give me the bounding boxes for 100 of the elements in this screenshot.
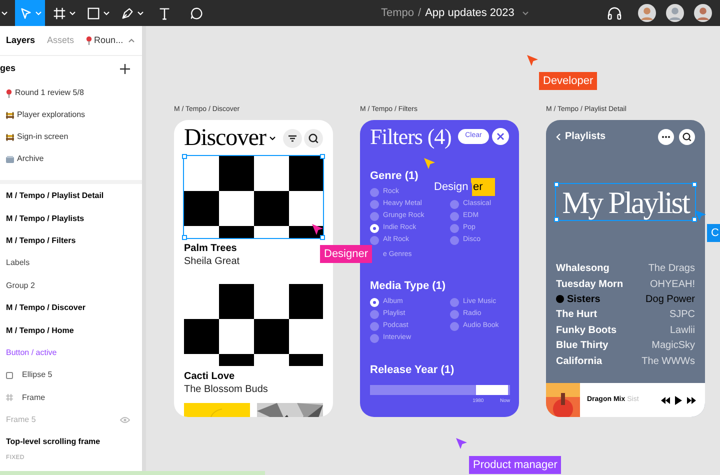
layer-item[interactable]: M / Tempo / Playlist Detail — [0, 185, 142, 208]
square-icon — [86, 6, 101, 20]
radio-button[interactable] — [370, 310, 379, 318]
page-item[interactable]: Sign-in screen — [0, 126, 142, 148]
artist-name[interactable]: The Blossom Buds — [184, 383, 323, 396]
artist-name: OHYEAH! — [650, 278, 695, 292]
artist-name[interactable]: Sheila Great — [184, 255, 323, 268]
track-row[interactable]: The Hurt SJPC — [556, 307, 695, 323]
album-title[interactable]: Cacti Love — [184, 370, 323, 383]
radio-button[interactable] — [370, 224, 379, 232]
track-title: Sisters — [567, 292, 600, 307]
play-icon[interactable] — [675, 396, 682, 404]
avatar[interactable] — [666, 4, 684, 22]
caret-icon — [69, 10, 76, 16]
add-icon[interactable] — [120, 64, 130, 74]
cursor-label: C — [707, 224, 720, 242]
radio-button[interactable] — [370, 298, 379, 306]
resize-handle[interactable] — [692, 182, 697, 187]
layer-item[interactable]: Frame — [0, 386, 142, 409]
page-item[interactable]: Archive — [0, 148, 142, 170]
search-icon[interactable] — [304, 128, 323, 148]
layer-item[interactable]: Labels — [0, 252, 142, 275]
page-item[interactable]: Round 1 review 5/8 — [0, 82, 142, 104]
track-row[interactable]: California The WWWs — [556, 353, 695, 369]
barrier-icon — [6, 134, 14, 140]
layer-item[interactable]: M / Tempo / Discover — [0, 296, 142, 320]
resize-handle[interactable] — [182, 154, 187, 159]
radio-button[interactable] — [450, 200, 459, 208]
cursor-arrow-icon — [423, 157, 436, 170]
caret-icon — [268, 136, 276, 140]
more-icon[interactable] — [658, 128, 674, 144]
pin-icon — [6, 88, 12, 98]
playlist-title[interactable]: My Playlist — [562, 186, 689, 218]
panel-tab[interactable]: Layers — [6, 34, 36, 48]
layer-item[interactable]: M / Tempo / Home — [0, 319, 142, 342]
radio-button[interactable] — [370, 200, 379, 208]
track-row[interactable]: Sisters Dog Power — [556, 292, 695, 308]
resize-handle[interactable] — [320, 154, 325, 159]
cursor-label: er — [471, 178, 495, 196]
page-menu[interactable]: Roun... — [86, 34, 136, 48]
resize-handle[interactable] — [692, 217, 697, 222]
track-row[interactable]: Tuesday Morn OHYEAH! — [556, 276, 695, 292]
resize-handle[interactable] — [554, 217, 559, 222]
file-name[interactable]: App updates 2023 — [425, 4, 514, 22]
radio-button[interactable] — [370, 236, 379, 244]
radio-button[interactable] — [450, 310, 459, 318]
avatar[interactable] — [694, 4, 712, 22]
layer-item[interactable]: Button / active — [0, 342, 142, 364]
selection-box[interactable]: My Playlist — [556, 184, 695, 220]
layer-item[interactable]: M / Tempo / Playlists — [0, 207, 142, 230]
track-title: Funky Boots — [556, 324, 617, 338]
caret-icon — [1, 10, 8, 16]
track-title: California — [556, 354, 602, 369]
eye-icon[interactable] — [120, 417, 130, 424]
radio-button[interactable] — [370, 212, 379, 220]
rewind-icon[interactable] — [661, 396, 670, 404]
layer-item[interactable]: Ellipse 5 — [0, 364, 142, 387]
filter-icon[interactable] — [283, 128, 302, 148]
track-title: The Hurt — [556, 308, 598, 322]
panel-tab[interactable]: Assets — [47, 34, 74, 48]
pen-icon — [120, 6, 135, 20]
radio-button[interactable] — [450, 224, 459, 232]
track-row[interactable]: Funky Boots Lawlii — [556, 322, 695, 338]
close-icon[interactable] — [492, 128, 509, 145]
album-art[interactable] — [184, 156, 323, 238]
cursor-label: Product manager — [469, 456, 562, 474]
radio-button[interactable] — [450, 236, 459, 244]
radio-button[interactable] — [370, 334, 379, 342]
track-title: Whalesong — [556, 262, 610, 276]
layer-item[interactable]: Group 2 — [0, 274, 142, 297]
hash-icon — [52, 6, 67, 20]
track-row[interactable]: Whalesong The Drags — [556, 261, 695, 276]
fast-forward-icon[interactable] — [687, 396, 696, 404]
radio-button[interactable] — [450, 322, 459, 330]
avatar[interactable] — [638, 4, 656, 22]
artist-name: SJPC — [669, 308, 695, 322]
track-row[interactable]: Blue Thirty MagicSky — [556, 338, 695, 354]
slider-range[interactable] — [474, 385, 510, 395]
caret-icon — [35, 10, 42, 16]
radio-button[interactable] — [450, 298, 459, 306]
page-item[interactable]: Player explorations — [0, 104, 142, 126]
resize-handle[interactable] — [182, 235, 187, 240]
track-title: Blue Thirty — [556, 339, 608, 354]
search-icon[interactable] — [679, 128, 695, 144]
album-title[interactable]: Palm Trees — [184, 242, 323, 255]
headphones-icon[interactable] — [607, 6, 622, 20]
radio-button[interactable] — [370, 322, 379, 330]
layer-item[interactable]: Top-level scrolling frame — [0, 431, 142, 454]
range-slider[interactable] — [370, 385, 510, 395]
album-art[interactable] — [184, 284, 323, 366]
radio-button[interactable] — [450, 212, 459, 220]
section-heading: Release Year (1) — [370, 363, 456, 377]
resize-handle[interactable] — [554, 182, 559, 187]
project-name[interactable]: Tempo — [381, 4, 414, 22]
folder-icon — [6, 156, 14, 162]
back-link[interactable]: Playlists — [556, 129, 606, 144]
radio-button[interactable] — [370, 188, 379, 196]
layer-item[interactable]: M / Tempo / Filters — [0, 230, 142, 252]
resize-handle[interactable] — [320, 235, 325, 240]
cursor-icon — [18, 6, 33, 20]
